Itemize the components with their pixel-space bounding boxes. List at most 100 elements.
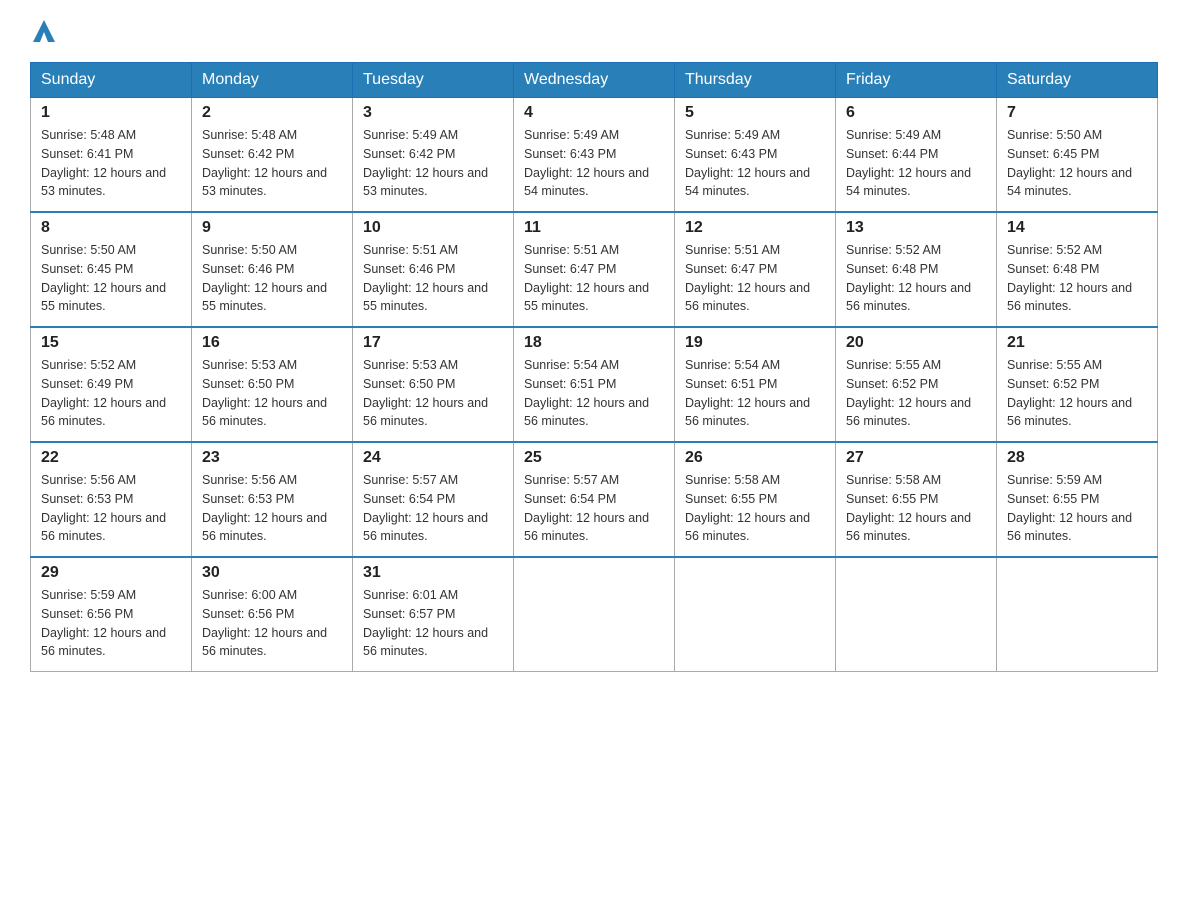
day-info: Sunrise: 5:56 AMSunset: 6:53 PMDaylight:… [41,471,181,546]
calendar-week-row: 15Sunrise: 5:52 AMSunset: 6:49 PMDayligh… [31,327,1158,442]
day-info: Sunrise: 5:55 AMSunset: 6:52 PMDaylight:… [846,356,986,431]
day-number: 7 [1007,104,1147,122]
day-number: 24 [363,449,503,467]
day-info: Sunrise: 5:58 AMSunset: 6:55 PMDaylight:… [846,471,986,546]
calendar-cell: 16 Sunrise: 5:53 AMSunset: 6:50 PMDayligh… [192,327,353,442]
day-number: 12 [685,219,825,237]
header-cell-sunday: Sunday [31,63,192,98]
calendar-week-row: 1Sunrise: 5:48 AMSunset: 6:41 PMDaylight… [31,98,1158,213]
day-info: Sunrise: 5:48 AMSunset: 6:42 PMDaylight:… [202,126,342,201]
calendar-cell: 21 Sunrise: 5:55 AMSunset: 6:52 PMDayligh… [997,327,1158,442]
day-number: 19 [685,334,825,352]
header-cell-tuesday: Tuesday [353,63,514,98]
day-info: Sunrise: 5:49 AMSunset: 6:42 PMDaylight:… [363,126,503,201]
header-cell-friday: Friday [836,63,997,98]
day-number: 6 [846,104,986,122]
day-info: Sunrise: 5:49 AMSunset: 6:44 PMDaylight:… [846,126,986,201]
day-info: Sunrise: 5:59 AMSunset: 6:55 PMDaylight:… [1007,471,1147,546]
calendar-week-row: 8 Sunrise: 5:50 AMSunset: 6:45 PMDaylight… [31,212,1158,327]
calendar-week-row: 22 Sunrise: 5:56 AMSunset: 6:53 PMDayligh… [31,442,1158,557]
day-number: 20 [846,334,986,352]
calendar-cell: 27 Sunrise: 5:58 AMSunset: 6:55 PMDayligh… [836,442,997,557]
calendar-cell: 10 Sunrise: 5:51 AMSunset: 6:46 PMDayligh… [353,212,514,327]
day-info: Sunrise: 5:55 AMSunset: 6:52 PMDaylight:… [1007,356,1147,431]
day-number: 15 [41,334,181,352]
calendar-cell: 13 Sunrise: 5:52 AMSunset: 6:48 PMDayligh… [836,212,997,327]
calendar-cell: 28Sunrise: 5:59 AMSunset: 6:55 PMDayligh… [997,442,1158,557]
calendar-cell: 2Sunrise: 5:48 AMSunset: 6:42 PMDaylight… [192,98,353,213]
calendar-cell: 15Sunrise: 5:52 AMSunset: 6:49 PMDayligh… [31,327,192,442]
calendar-cell: 3 Sunrise: 5:49 AMSunset: 6:42 PMDaylight… [353,98,514,213]
calendar-cell: 4 Sunrise: 5:49 AMSunset: 6:43 PMDaylight… [514,98,675,213]
day-number: 30 [202,564,342,582]
calendar-cell: 29 Sunrise: 5:59 AMSunset: 6:56 PMDayligh… [31,557,192,672]
calendar-cell: 6 Sunrise: 5:49 AMSunset: 6:44 PMDaylight… [836,98,997,213]
day-number: 27 [846,449,986,467]
calendar-cell: 5 Sunrise: 5:49 AMSunset: 6:43 PMDaylight… [675,98,836,213]
calendar-cell: 11 Sunrise: 5:51 AMSunset: 6:47 PMDayligh… [514,212,675,327]
day-info: Sunrise: 5:50 AMSunset: 6:45 PMDaylight:… [41,241,181,316]
page-header [30,20,1158,42]
day-info: Sunrise: 5:58 AMSunset: 6:55 PMDaylight:… [685,471,825,546]
day-number: 8 [41,219,181,237]
day-number: 11 [524,219,664,237]
day-info: Sunrise: 6:01 AMSunset: 6:57 PMDaylight:… [363,586,503,661]
day-number: 1 [41,104,181,122]
calendar-cell: 31 Sunrise: 6:01 AMSunset: 6:57 PMDayligh… [353,557,514,672]
calendar-cell: 23 Sunrise: 5:56 AMSunset: 6:53 PMDayligh… [192,442,353,557]
day-number: 25 [524,449,664,467]
day-info: Sunrise: 5:50 AMSunset: 6:45 PMDaylight:… [1007,126,1147,201]
day-info: Sunrise: 5:56 AMSunset: 6:53 PMDaylight:… [202,471,342,546]
day-info: Sunrise: 5:59 AMSunset: 6:56 PMDaylight:… [41,586,181,661]
calendar-cell [836,557,997,672]
calendar-table: SundayMondayTuesdayWednesdayThursdayFrid… [30,62,1158,672]
day-info: Sunrise: 5:49 AMSunset: 6:43 PMDaylight:… [685,126,825,201]
day-info: Sunrise: 5:51 AMSunset: 6:47 PMDaylight:… [524,241,664,316]
calendar-cell [514,557,675,672]
day-info: Sunrise: 5:53 AMSunset: 6:50 PMDaylight:… [363,356,503,431]
calendar-cell: 8 Sunrise: 5:50 AMSunset: 6:45 PMDaylight… [31,212,192,327]
header-cell-monday: Monday [192,63,353,98]
day-info: Sunrise: 5:52 AMSunset: 6:48 PMDaylight:… [846,241,986,316]
day-number: 16 [202,334,342,352]
header-cell-thursday: Thursday [675,63,836,98]
day-info: Sunrise: 5:51 AMSunset: 6:47 PMDaylight:… [685,241,825,316]
day-number: 5 [685,104,825,122]
calendar-cell [675,557,836,672]
day-number: 4 [524,104,664,122]
day-number: 10 [363,219,503,237]
day-info: Sunrise: 5:54 AMSunset: 6:51 PMDaylight:… [685,356,825,431]
header-cell-wednesday: Wednesday [514,63,675,98]
calendar-week-row: 29 Sunrise: 5:59 AMSunset: 6:56 PMDayligh… [31,557,1158,672]
calendar-cell: 20 Sunrise: 5:55 AMSunset: 6:52 PMDayligh… [836,327,997,442]
day-info: Sunrise: 5:57 AMSunset: 6:54 PMDaylight:… [363,471,503,546]
calendar-cell: 22 Sunrise: 5:56 AMSunset: 6:53 PMDayligh… [31,442,192,557]
header-row: SundayMondayTuesdayWednesdayThursdayFrid… [31,63,1158,98]
day-info: Sunrise: 6:00 AMSunset: 6:56 PMDaylight:… [202,586,342,661]
calendar-cell: 24 Sunrise: 5:57 AMSunset: 6:54 PMDayligh… [353,442,514,557]
day-info: Sunrise: 5:54 AMSunset: 6:51 PMDaylight:… [524,356,664,431]
day-number: 22 [41,449,181,467]
logo [30,20,55,42]
day-number: 13 [846,219,986,237]
calendar-cell: 19 Sunrise: 5:54 AMSunset: 6:51 PMDayligh… [675,327,836,442]
day-info: Sunrise: 5:49 AMSunset: 6:43 PMDaylight:… [524,126,664,201]
day-number: 29 [41,564,181,582]
day-number: 14 [1007,219,1147,237]
calendar-cell: 9Sunrise: 5:50 AMSunset: 6:46 PMDaylight… [192,212,353,327]
day-info: Sunrise: 5:53 AMSunset: 6:50 PMDaylight:… [202,356,342,431]
day-number: 23 [202,449,342,467]
calendar-cell: 30 Sunrise: 6:00 AMSunset: 6:56 PMDayligh… [192,557,353,672]
day-info: Sunrise: 5:51 AMSunset: 6:46 PMDaylight:… [363,241,503,316]
header-cell-saturday: Saturday [997,63,1158,98]
day-number: 31 [363,564,503,582]
calendar-cell: 26 Sunrise: 5:58 AMSunset: 6:55 PMDayligh… [675,442,836,557]
day-number: 21 [1007,334,1147,352]
day-info: Sunrise: 5:50 AMSunset: 6:46 PMDaylight:… [202,241,342,316]
logo-icon [33,20,55,42]
day-info: Sunrise: 5:52 AMSunset: 6:48 PMDaylight:… [1007,241,1147,316]
day-number: 3 [363,104,503,122]
calendar-cell: 18Sunrise: 5:54 AMSunset: 6:51 PMDayligh… [514,327,675,442]
day-info: Sunrise: 5:57 AMSunset: 6:54 PMDaylight:… [524,471,664,546]
day-number: 26 [685,449,825,467]
